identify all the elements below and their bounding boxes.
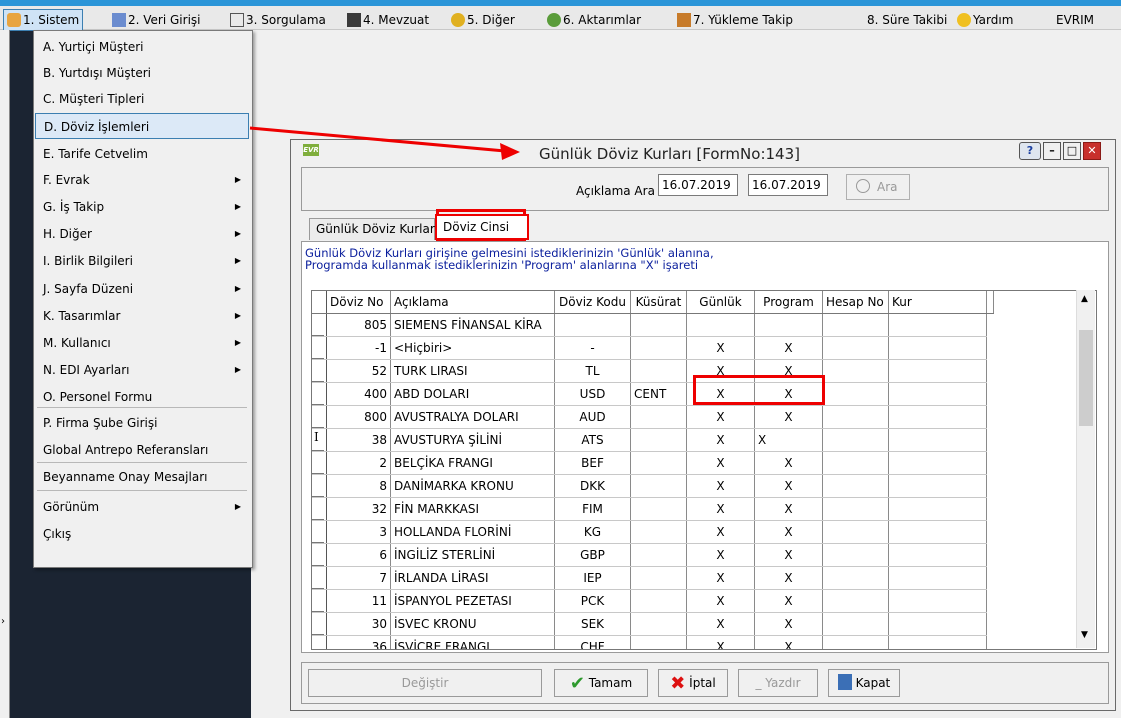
tab-doviz-cinsi[interactable]: Döviz Cinsi: [435, 214, 529, 240]
arrow-line: [249, 126, 506, 153]
arrow-head: [500, 143, 520, 160]
annotation-arrow: [249, 126, 520, 160]
